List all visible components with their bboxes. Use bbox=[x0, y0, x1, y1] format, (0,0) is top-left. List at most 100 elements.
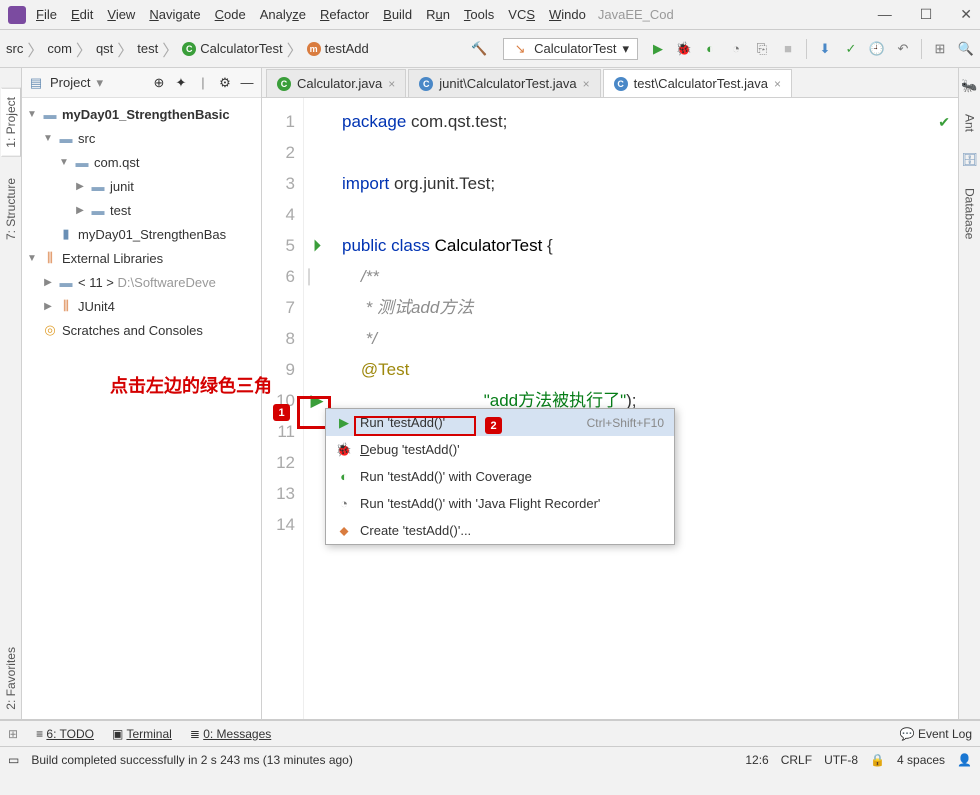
tree-junit4[interactable]: JUnit4 bbox=[78, 299, 115, 314]
tree-src[interactable]: src bbox=[78, 131, 95, 146]
tree-root[interactable]: myDay01_StrengthenBasic bbox=[62, 107, 230, 122]
menu-refactor[interactable]: Refactor bbox=[320, 7, 369, 22]
project-tree[interactable]: ▼▬myDay01_StrengthenBasic ▼▬src ▼▬com.qs… bbox=[22, 98, 261, 346]
expand-icon[interactable]: ✦ bbox=[173, 75, 189, 91]
inspect-icon[interactable]: 👤 bbox=[957, 753, 972, 767]
class-icon: C bbox=[614, 77, 628, 91]
encoding[interactable]: UTF-8 bbox=[824, 753, 858, 767]
coverage-icon[interactable]: ◐ bbox=[702, 41, 718, 57]
bottom-tool-stripe: ⊞ ≡ 6: TODO ▣ Terminal ≣ 0: Messages 💬 E… bbox=[0, 720, 980, 746]
menu-debug-test[interactable]: 🐞 Debug 'testAdd()' bbox=[326, 436, 674, 463]
commit-icon[interactable]: ✓ bbox=[843, 41, 859, 57]
crumb-class[interactable]: CalculatorTest bbox=[200, 41, 282, 56]
crumb-com[interactable]: com bbox=[47, 41, 72, 56]
event-log[interactable]: 💬 Event Log bbox=[900, 727, 972, 741]
title-bar: File Edit View Navigate Code Analyze Ref… bbox=[0, 0, 980, 30]
tree-iml[interactable]: myDay01_StrengthenBas bbox=[78, 227, 226, 242]
tab-messages[interactable]: ≣ 0: Messages bbox=[190, 727, 271, 741]
shortcut-label: Ctrl+Shift+F10 bbox=[587, 416, 664, 430]
close-icon[interactable]: ✕ bbox=[960, 6, 972, 23]
search-icon[interactable]: 🔍 bbox=[958, 41, 974, 57]
history-icon[interactable]: 🕘 bbox=[869, 41, 885, 57]
annotation-highlight-2 bbox=[354, 416, 476, 436]
chevron-down-icon[interactable]: ▾ bbox=[96, 75, 103, 91]
select-opened-icon[interactable]: ⊕ bbox=[151, 75, 167, 91]
config-icon: ↘ bbox=[512, 41, 528, 57]
line-separator[interactable]: CRLF bbox=[781, 753, 812, 767]
editor-tabs: CCalculator.java× Cjunit\CalculatorTest.… bbox=[262, 68, 958, 98]
crumb-src[interactable]: src bbox=[6, 41, 23, 56]
app-logo-icon bbox=[8, 6, 26, 24]
crumb-qst[interactable]: qst bbox=[96, 41, 113, 56]
layout-icon[interactable]: ⊞ bbox=[8, 727, 18, 741]
close-icon[interactable]: × bbox=[583, 77, 590, 91]
close-icon[interactable]: × bbox=[774, 77, 781, 91]
method-icon: m bbox=[307, 42, 321, 56]
status-icon[interactable]: ▭ bbox=[8, 753, 19, 767]
menu-analyze[interactable]: Analyze bbox=[260, 7, 306, 22]
menu-edit[interactable]: Edit bbox=[71, 7, 93, 22]
tab-database[interactable]: Database bbox=[961, 180, 979, 247]
tab-structure[interactable]: 7: Structure bbox=[1, 169, 21, 249]
run-icon: ▶ bbox=[336, 415, 352, 431]
tab-test-test[interactable]: Ctest\CalculatorTest.java× bbox=[603, 69, 792, 97]
maximize-icon[interactable]: ☐ bbox=[920, 6, 933, 23]
menu-create-config[interactable]: ⬥ Create 'testAdd()'... bbox=[326, 517, 674, 544]
coverage-icon: ◐ bbox=[336, 469, 352, 485]
menu-code[interactable]: Code bbox=[215, 7, 246, 22]
window-controls: ― ☐ ✕ bbox=[878, 6, 972, 23]
navigation-bar: src〉 com〉 qst〉 test〉 C CalculatorTest〉 m… bbox=[0, 30, 980, 68]
crumb-method[interactable]: testAdd bbox=[325, 41, 369, 56]
window-title: JavaEE_Cod bbox=[598, 7, 674, 22]
menu-run[interactable]: Run bbox=[426, 7, 450, 22]
structure-icon[interactable]: ⊞ bbox=[932, 41, 948, 57]
menu-run-coverage[interactable]: ◐ Run 'testAdd()' with Coverage bbox=[326, 463, 674, 490]
debug-icon[interactable]: 🐞 bbox=[676, 41, 692, 57]
stop-icon[interactable]: ■ bbox=[780, 41, 796, 57]
menu-build[interactable]: Build bbox=[383, 7, 412, 22]
tab-project[interactable]: 1: Project bbox=[1, 88, 21, 157]
tab-todo[interactable]: ≡ 6: TODO bbox=[36, 727, 94, 741]
menu-run-jfr[interactable]: ◔ Run 'testAdd()' with 'Java Flight Reco… bbox=[326, 490, 674, 517]
tree-pkg[interactable]: com.qst bbox=[94, 155, 140, 170]
attach-icon[interactable]: ⎘ bbox=[754, 41, 770, 57]
close-icon[interactable]: × bbox=[388, 77, 395, 91]
run-class-icon[interactable]: ⏵ bbox=[313, 236, 322, 255]
crumb-test[interactable]: test bbox=[137, 41, 158, 56]
minimize-icon[interactable]: ― bbox=[878, 6, 892, 23]
project-view-icon: ▤ bbox=[28, 75, 44, 91]
tree-test[interactable]: test bbox=[110, 203, 131, 218]
indent[interactable]: 4 spaces bbox=[897, 753, 945, 767]
caret-position[interactable]: 12:6 bbox=[745, 753, 768, 767]
tree-jdk[interactable]: < 11 > D:\SoftwareDeve bbox=[78, 275, 216, 290]
hide-icon[interactable]: ― bbox=[239, 75, 255, 91]
tree-ext-lib[interactable]: External Libraries bbox=[62, 251, 163, 266]
tree-scratch[interactable]: Scratches and Consoles bbox=[62, 323, 203, 338]
tab-ant[interactable]: Ant bbox=[961, 106, 979, 140]
menu-navigate[interactable]: Navigate bbox=[149, 7, 200, 22]
gear-icon[interactable]: ⚙ bbox=[217, 75, 233, 91]
update-icon[interactable]: ⬇ bbox=[817, 41, 833, 57]
annotation-text: 点击左边的绿色三角 bbox=[110, 372, 272, 398]
profile-icon[interactable]: ◔ bbox=[728, 41, 744, 57]
annotation-badge-2: 2 bbox=[485, 417, 502, 434]
run-config-selector[interactable]: ↘ CalculatorTest ▾ bbox=[503, 38, 638, 60]
menu-tools[interactable]: Tools bbox=[464, 7, 494, 22]
right-tool-stripe: 🐜 Ant 🗄 Database bbox=[958, 68, 980, 719]
breadcrumb[interactable]: src〉 com〉 qst〉 test〉 C CalculatorTest〉 m… bbox=[6, 37, 369, 61]
collapse-icon[interactable]: | bbox=[195, 75, 211, 91]
revert-icon[interactable]: ↶ bbox=[895, 41, 911, 57]
run-icon[interactable]: ▶ bbox=[650, 41, 666, 57]
tab-terminal[interactable]: ▣ Terminal bbox=[112, 727, 172, 741]
lock-icon[interactable]: 🔒 bbox=[870, 753, 885, 767]
build-icon[interactable]: 🔨 bbox=[471, 41, 487, 57]
tab-junit-test[interactable]: Cjunit\CalculatorTest.java× bbox=[408, 69, 600, 97]
menu-window[interactable]: Windo bbox=[549, 7, 586, 22]
tab-calculator[interactable]: CCalculator.java× bbox=[266, 69, 406, 97]
menu-view[interactable]: View bbox=[107, 7, 135, 22]
tree-junit[interactable]: junit bbox=[110, 179, 134, 194]
menu-file[interactable]: File bbox=[36, 7, 57, 22]
class-icon: C bbox=[182, 42, 196, 56]
menu-vcs[interactable]: VCS bbox=[508, 7, 535, 22]
tab-favorites[interactable]: 2: Favorites bbox=[1, 638, 21, 719]
